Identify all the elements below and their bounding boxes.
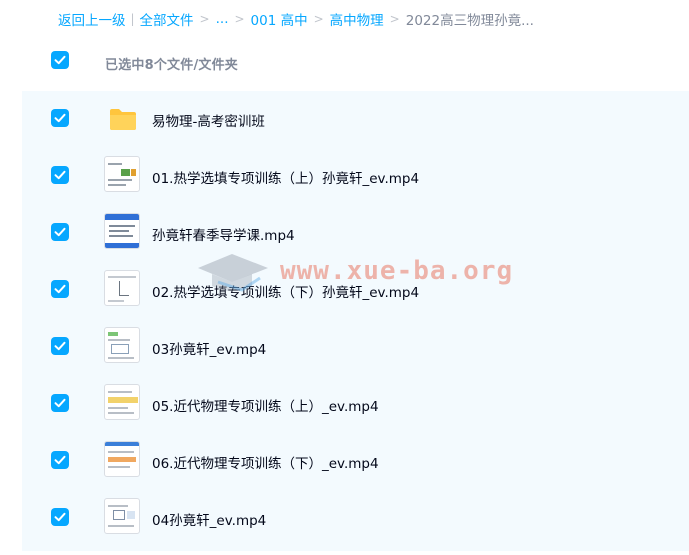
breadcrumb-high-school[interactable]: 001 高中 [251,9,308,29]
chevron-right-icon: > [313,12,324,26]
file-name[interactable]: 06.近代物理专项训练（下）_ev.mp4 [152,452,379,472]
breadcrumb-all-files[interactable]: 全部文件 [140,9,194,29]
video-thumbnail [104,441,140,477]
file-name[interactable]: 04孙竟轩_ev.mp4 [152,509,266,529]
check-icon [54,55,66,65]
check-icon [54,113,66,123]
file-name[interactable]: 03孙竟轩_ev.mp4 [152,338,266,358]
list-item[interactable]: 孙竟轩春季导学课.mp4 [22,205,689,262]
check-icon [54,170,66,180]
video-thumbnail [104,156,140,192]
row-checkbox[interactable] [51,166,69,184]
row-checkbox[interactable] [51,223,69,241]
list-header: 已选中8个文件/文件夹 [22,38,689,88]
chevron-right-icon: > [389,12,400,26]
row-checkbox[interactable] [51,280,69,298]
breadcrumb-ellipsis[interactable]: ... [216,11,229,27]
row-checkbox[interactable] [51,451,69,469]
list-item[interactable]: 03孙竟轩_ev.mp4 [22,319,689,376]
file-name[interactable]: 02.热学选填专项训练（下）孙竟轩_ev.mp4 [152,281,419,301]
list-item[interactable]: 02.热学选填专项训练（下）孙竟轩_ev.mp4 [22,262,689,319]
file-name[interactable]: 易物理-高考密训班 [152,110,265,130]
breadcrumb: 返回上一级 | 全部文件 > ... > 001 高中 > 高中物理 > 202… [58,8,534,30]
file-name[interactable]: 孙竟轩春季导学课.mp4 [152,224,295,244]
row-checkbox[interactable] [51,337,69,355]
video-thumbnail [104,213,140,249]
file-name[interactable]: 05.近代物理专项训练（上）_ev.mp4 [152,395,379,415]
check-icon [54,341,66,351]
check-icon [54,227,66,237]
video-thumbnail [104,384,140,420]
row-checkbox[interactable] [51,394,69,412]
check-icon [54,398,66,408]
check-icon [54,455,66,465]
file-list: 易物理-高考密训班 01.热学选填专项训练（上）孙竟轩_ev.mp4 孙竟轩春季… [22,91,689,551]
list-item[interactable]: 04孙竟轩_ev.mp4 [22,490,689,547]
chevron-right-icon: > [199,12,210,26]
list-item[interactable]: 易物理-高考密训班 [22,91,689,148]
selection-count-label: 已选中8个文件/文件夹 [105,58,238,73]
check-icon [54,284,66,294]
list-item[interactable]: 05.近代物理专项训练（上）_ev.mp4 [22,376,689,433]
select-all-checkbox[interactable] [51,51,69,69]
chevron-right-icon: > [234,12,245,26]
file-name[interactable]: 01.热学选填专项训练（上）孙竟轩_ev.mp4 [152,167,419,187]
breadcrumb-physics[interactable]: 高中物理 [330,9,384,29]
list-item[interactable]: 06.近代物理专项训练（下）_ev.mp4 [22,433,689,490]
folder-icon [110,109,136,130]
breadcrumb-current-folder: 2022高三物理孙竟... [405,13,534,29]
video-thumbnail [104,270,140,306]
video-thumbnail [104,498,140,534]
video-thumbnail [104,327,140,363]
list-item[interactable]: 01.热学选填专项训练（上）孙竟轩_ev.mp4 [22,148,689,205]
back-link[interactable]: 返回上一级 [58,9,126,29]
row-checkbox[interactable] [51,109,69,127]
check-icon [54,512,66,522]
breadcrumb-divider: | [130,12,135,26]
row-checkbox[interactable] [51,508,69,526]
